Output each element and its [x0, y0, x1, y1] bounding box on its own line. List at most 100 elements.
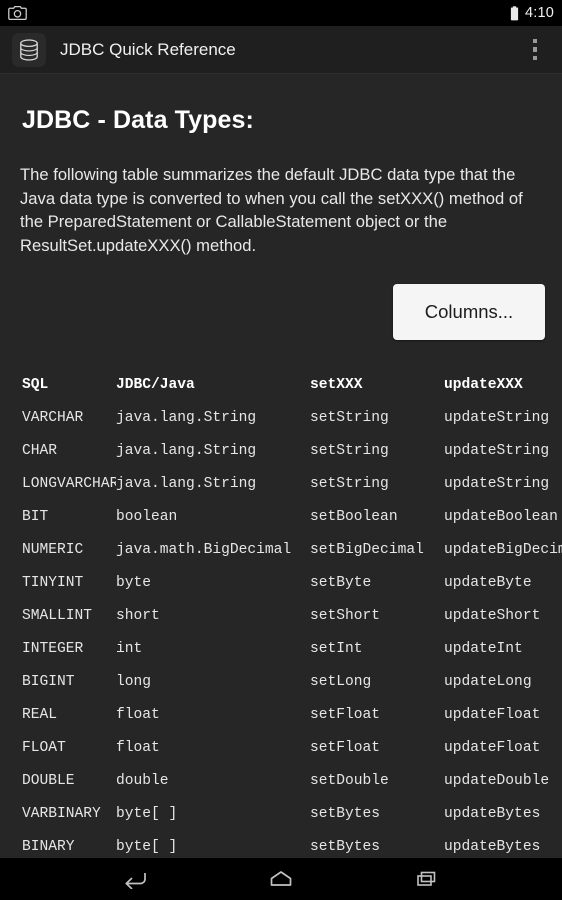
cell-updatexxx: updateBoolean — [444, 508, 558, 525]
back-icon[interactable] — [112, 862, 158, 896]
cell-updatexxx: updateDouble — [444, 772, 550, 789]
cell-sql: CHAR — [22, 442, 58, 459]
cell-java: long — [116, 673, 152, 690]
cell-setxxx: setByte — [310, 574, 372, 591]
content-area[interactable]: JDBC - Data Types: The following table s… — [0, 74, 562, 858]
cell-updatexxx: updateByte — [444, 574, 532, 591]
cell-setxxx: setInt — [310, 640, 363, 657]
cell-java: byte[ ] — [116, 838, 178, 855]
cell-updatexxx: updateShort — [444, 607, 541, 624]
cell-setxxx: setBytes — [310, 805, 381, 822]
cell-updatexxx: updateString — [444, 409, 550, 426]
table-row[interactable]: LONGVARCHAR java.lang.String setString upda… — [0, 467, 562, 500]
cell-java: java.lang.String — [116, 409, 257, 426]
column-header-sql: SQL — [22, 376, 49, 393]
cell-java: byte[ ] — [116, 805, 178, 822]
status-bar: 4:10 — [0, 0, 562, 26]
table-row[interactable]: NUMERIC java.math.BigDecimal setBigDecimal… — [0, 533, 562, 566]
cell-updatexxx: updateInt — [444, 640, 523, 657]
cell-sql: REAL — [22, 706, 58, 723]
table-row[interactable]: BIT boolean setBoolean updateBoolean — [0, 500, 562, 533]
cell-setxxx: setBoolean — [310, 508, 398, 525]
cell-setxxx: setShort — [310, 607, 381, 624]
page-title: JDBC - Data Types: — [22, 106, 254, 134]
cell-sql: TINYINT — [22, 574, 84, 591]
column-header-updatexxx: updateXXX — [444, 376, 523, 393]
data-types-table: SQL JDBC/Java setXXX updateXXX VARCHAR ja… — [0, 368, 562, 858]
cell-java: java.lang.String — [116, 475, 257, 492]
cell-updatexxx: updateBytes — [444, 805, 541, 822]
cell-java: float — [116, 739, 160, 756]
cell-updatexxx: updateFloat — [444, 739, 541, 756]
cell-sql: FLOAT — [22, 739, 66, 756]
home-icon[interactable] — [258, 862, 304, 896]
table-row[interactable]: SMALLINT short setShort updateShort — [0, 599, 562, 632]
cell-setxxx: setBytes — [310, 838, 381, 855]
table-row[interactable]: TINYINT byte setByte updateByte — [0, 566, 562, 599]
cell-sql: BIGINT — [22, 673, 75, 690]
cell-setxxx: setString — [310, 442, 389, 459]
cell-setxxx: setLong — [310, 673, 372, 690]
cell-sql: LONGVARCHAR — [22, 475, 116, 492]
cell-sql: BINARY — [22, 838, 75, 855]
status-bar-clock: 4:10 — [524, 4, 554, 21]
cell-java: byte — [116, 574, 152, 591]
cell-java: short — [116, 607, 160, 624]
cell-sql: VARCHAR — [22, 409, 84, 426]
cell-sql: INTEGER — [22, 640, 84, 657]
app-title: JDBC Quick Reference — [60, 39, 236, 59]
table-row[interactable]: BINARY byte[ ] setBytes updateBytes — [0, 830, 562, 858]
table-row[interactable]: DOUBLE double setDouble updateDouble — [0, 764, 562, 797]
table-row[interactable]: VARBINARY byte[ ] setBytes updateBytes — [0, 797, 562, 830]
cell-sql: BIT — [22, 508, 49, 525]
table-body: VARCHAR java.lang.String setString updateSt… — [0, 401, 562, 858]
columns-button[interactable]: Columns... — [393, 284, 545, 340]
cell-java: double — [116, 772, 169, 789]
table-header-row: SQL JDBC/Java setXXX updateXXX — [0, 368, 562, 401]
cell-updatexxx: updateString — [444, 475, 550, 492]
table-row[interactable]: FLOAT float setFloat updateFloat — [0, 731, 562, 764]
cell-sql: SMALLINT — [22, 607, 93, 624]
cell-setxxx: setBigDecimal — [310, 541, 424, 558]
cell-java: java.math.BigDecimal — [116, 541, 292, 558]
cell-java: int — [116, 640, 143, 657]
cell-java: java.lang.String — [116, 442, 257, 459]
overflow-dot — [532, 55, 538, 61]
cell-java: float — [116, 706, 160, 723]
cell-setxxx: setDouble — [310, 772, 389, 789]
recents-icon[interactable] — [404, 862, 450, 896]
table-row[interactable]: REAL float setFloat updateFloat — [0, 698, 562, 731]
cell-sql: NUMERIC — [22, 541, 84, 558]
cell-setxxx: setFloat — [310, 739, 381, 756]
cell-sql: VARBINARY — [22, 805, 101, 822]
cell-updatexxx: updateString — [444, 442, 550, 459]
status-bar-notifications — [8, 5, 27, 21]
android-screen: 4:10 JDBC Quick Reference JDBC - Data Ty… — [0, 0, 562, 900]
cell-setxxx: setFloat — [310, 706, 381, 723]
table-row[interactable]: INTEGER int setInt updateInt — [0, 632, 562, 665]
battery-icon — [510, 5, 519, 21]
column-header-setxxx: setXXX — [310, 376, 363, 393]
intro-paragraph: The following table summarizes the defau… — [20, 165, 523, 255]
cell-updatexxx: updateBigDecimal — [444, 541, 562, 558]
table-row[interactable]: CHAR java.lang.String setString updateStrin… — [0, 434, 562, 467]
app-icon-button[interactable] — [12, 32, 46, 67]
camera-icon — [8, 5, 27, 21]
overflow-menu-icon[interactable] — [518, 30, 552, 70]
cell-java: boolean — [116, 508, 178, 525]
overflow-dot — [532, 47, 538, 52]
status-bar-system: 4:10 — [510, 6, 554, 21]
cell-updatexxx: updateBytes — [444, 838, 541, 855]
cell-updatexxx: updateFloat — [444, 706, 541, 723]
column-header-java: JDBC/Java — [116, 376, 195, 393]
table-row[interactable]: VARCHAR java.lang.String setString updateSt… — [0, 401, 562, 434]
overflow-dot — [532, 38, 538, 44]
cell-setxxx: setString — [310, 475, 389, 492]
cell-updatexxx: updateLong — [444, 673, 532, 690]
columns-button-row: Columns... — [0, 257, 562, 340]
database-icon — [17, 38, 41, 62]
table-row[interactable]: BIGINT long setLong updateLong — [0, 665, 562, 698]
navigation-bar — [0, 858, 562, 900]
app-bar: JDBC Quick Reference — [0, 26, 562, 74]
cell-setxxx: setString — [310, 409, 389, 426]
